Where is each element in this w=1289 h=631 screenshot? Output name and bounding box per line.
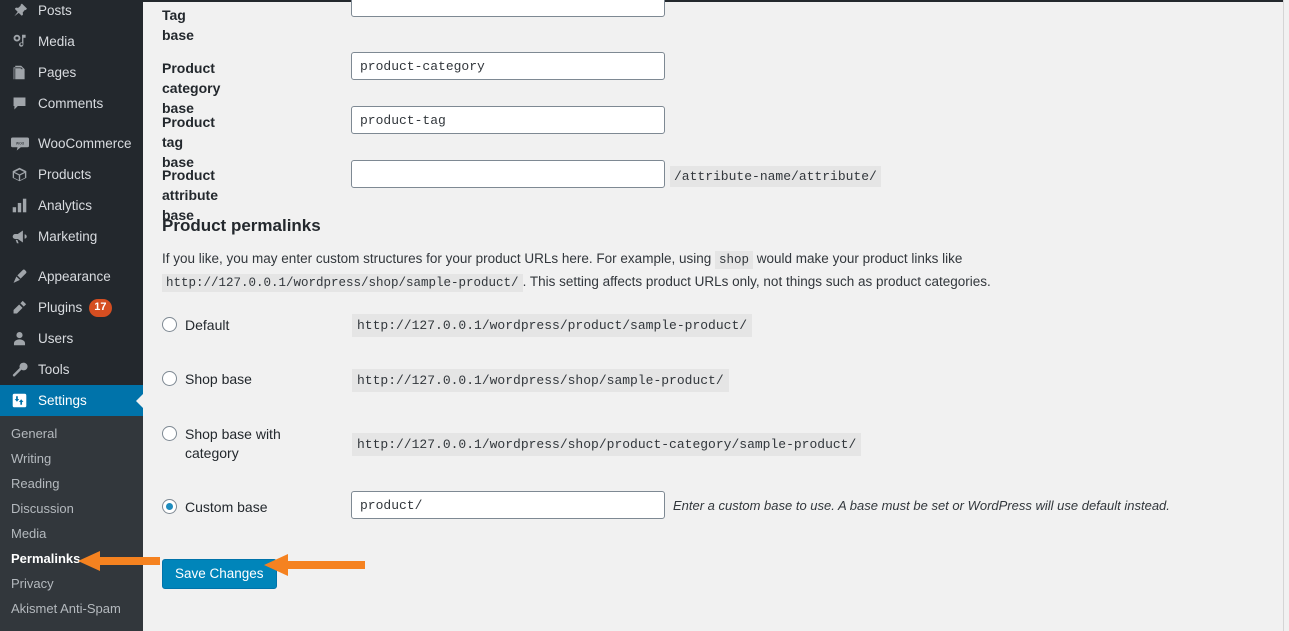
tag-base-input[interactable]: [351, 0, 665, 17]
admin-sidebar: Posts Media Pages Comments woo WooCommer…: [0, 0, 143, 625]
sidebar-subitem-general[interactable]: General: [0, 421, 143, 446]
comments-icon: [9, 94, 30, 114]
products-box-icon: [9, 165, 30, 185]
sidebar-item-settings[interactable]: Settings: [0, 385, 143, 416]
sidebar-item-appearance[interactable]: Appearance: [0, 261, 143, 292]
users-icon: [9, 329, 30, 349]
radio-label-default: Default: [185, 317, 230, 333]
sidebar-subitem-media[interactable]: Media: [0, 521, 143, 546]
vertical-scrollbar[interactable]: [1283, 0, 1289, 631]
sidebar-subitem-akismet[interactable]: Akismet Anti-Spam: [0, 596, 143, 621]
sidebar-item-label: Media: [38, 34, 75, 49]
product-attribute-base-hint: /attribute-name/attribute/: [670, 166, 881, 187]
radio-url-shop-base-with-category: http://127.0.0.1/wordpress/shop/product-…: [352, 433, 862, 456]
sidebar-subitem-discussion[interactable]: Discussion: [0, 496, 143, 521]
sidebar-footer-strip: [0, 625, 143, 631]
sidebar-subitem-reading[interactable]: Reading: [0, 471, 143, 496]
sidebar-item-label: Plugins: [38, 300, 83, 315]
custom-base-input[interactable]: [351, 491, 665, 519]
sidebar-item-label: Pages: [38, 65, 77, 80]
radio-shop-base[interactable]: [162, 371, 177, 386]
sidebar-item-woocommerce[interactable]: woo WooCommerce: [0, 128, 143, 159]
radio-url-shop-base: http://127.0.0.1/wordpress/shop/sample-p…: [352, 369, 729, 392]
desc-code-example-url: http://127.0.0.1/wordpress/shop/sample-p…: [162, 274, 523, 292]
sidebar-item-comments[interactable]: Comments: [0, 88, 143, 119]
product-tag-base-input[interactable]: [351, 106, 665, 134]
custom-base-hint: Enter a custom base to use. A base must …: [673, 498, 1170, 513]
pin-icon: [9, 1, 30, 21]
content-top-border: [143, 0, 1283, 2]
radio-label-shop-base: Shop base: [185, 371, 252, 387]
sidebar-separator: [0, 252, 143, 261]
plugins-plug-icon: [9, 298, 30, 318]
sidebar-item-label: Users: [38, 331, 74, 346]
sidebar-subitem-privacy[interactable]: Privacy: [0, 571, 143, 596]
radio-url-default: http://127.0.0.1/wordpress/product/sampl…: [352, 314, 753, 337]
pages-icon: [9, 63, 30, 83]
sidebar-item-label: Appearance: [38, 269, 111, 284]
media-icon: [9, 32, 30, 52]
screen-root: Posts Media Pages Comments woo WooCommer…: [0, 0, 1289, 631]
sidebar-item-media[interactable]: Media: [0, 26, 143, 57]
save-changes-button[interactable]: Save Changes: [162, 559, 277, 589]
radio-custom-base[interactable]: [162, 499, 177, 514]
marketing-megaphone-icon: [9, 227, 30, 247]
sidebar-item-marketing[interactable]: Marketing: [0, 221, 143, 252]
plugins-update-badge: 17: [89, 298, 112, 317]
arrow-to-save-changes: [264, 554, 365, 576]
tools-wrench-icon: [9, 360, 30, 380]
product-permalinks-heading: Product permalinks: [162, 216, 321, 235]
product-attribute-base-input[interactable]: [351, 160, 665, 188]
current-menu-arrow: [136, 392, 143, 409]
desc-text-3: . This setting affects product URLs only…: [522, 274, 991, 289]
tag-base-label: Tag base: [162, 7, 194, 43]
desc-text-2: would make your product links like: [756, 251, 963, 266]
sidebar-item-pages[interactable]: Pages: [0, 57, 143, 88]
arrow-to-permalinks: [78, 551, 160, 571]
radio-label-custom-base: Custom base: [185, 499, 268, 515]
analytics-bars-icon: [9, 196, 30, 216]
woocommerce-icon: woo: [9, 134, 30, 154]
desc-text-1: If you like, you may enter custom struct…: [162, 251, 712, 266]
sidebar-item-label: Comments: [38, 96, 104, 111]
product-category-base-input[interactable]: [351, 52, 665, 80]
sidebar-separator: [0, 119, 143, 128]
sidebar-item-tools[interactable]: Tools: [0, 354, 143, 385]
sidebar-item-users[interactable]: Users: [0, 323, 143, 354]
sidebar-item-label: Analytics: [38, 198, 93, 213]
radio-default[interactable]: [162, 317, 177, 332]
sidebar-subitem-writing[interactable]: Writing: [0, 446, 143, 471]
settings-content: Tag base Product category base Product t…: [143, 0, 1289, 631]
sidebar-item-posts[interactable]: Posts: [0, 0, 143, 26]
svg-text:woo: woo: [15, 140, 24, 145]
sidebar-item-label: Settings: [38, 393, 87, 408]
product-permalinks-description: If you like, you may enter custom struct…: [162, 248, 1262, 294]
product-category-base-label: Product category base: [162, 60, 221, 116]
sidebar-item-label: Products: [38, 167, 92, 182]
radio-shop-base-with-category[interactable]: [162, 426, 177, 441]
product-tag-base-label: Product tag base: [162, 114, 215, 170]
desc-code-shop: shop: [715, 251, 754, 269]
sidebar-item-analytics[interactable]: Analytics: [0, 190, 143, 221]
sidebar-item-label: Tools: [38, 362, 70, 377]
appearance-brush-icon: [9, 267, 30, 287]
sidebar-item-products[interactable]: Products: [0, 159, 143, 190]
radio-label-shop-base-with-category: Shop base with category: [185, 426, 281, 461]
sidebar-item-plugins[interactable]: Plugins 17: [0, 292, 143, 323]
sidebar-item-label: Marketing: [38, 229, 98, 244]
settings-submenu: General Writing Reading Discussion Media…: [0, 416, 143, 625]
sidebar-item-label: Posts: [38, 3, 72, 18]
settings-sliders-icon: [9, 391, 30, 411]
sidebar-item-label: WooCommerce: [38, 136, 132, 151]
